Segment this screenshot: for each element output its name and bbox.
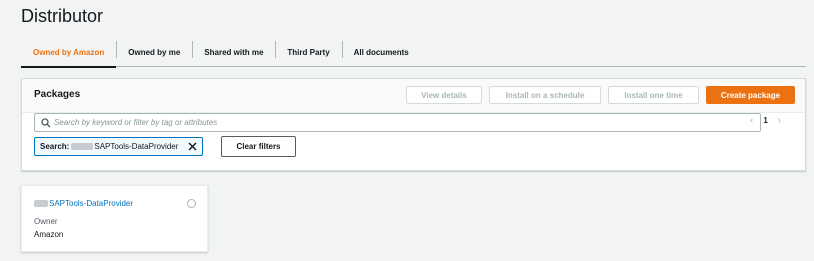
view-details-button[interactable]: View details bbox=[406, 86, 482, 104]
close-icon[interactable] bbox=[187, 141, 198, 152]
packages-title: Packages bbox=[34, 89, 81, 100]
owner-value: Amazon bbox=[34, 230, 64, 239]
page-title: Distributor bbox=[21, 6, 104, 26]
tab-owned-by-me[interactable]: Owned by me bbox=[116, 37, 192, 67]
clear-filters-button[interactable]: Clear filters bbox=[221, 136, 296, 157]
tab-third-party[interactable]: Third Party bbox=[275, 37, 341, 67]
current-page[interactable]: 1 bbox=[763, 116, 767, 125]
install-one-time-button[interactable]: Install one time bbox=[608, 86, 699, 104]
redacted-text bbox=[34, 200, 48, 207]
search-field[interactable] bbox=[34, 113, 761, 132]
tab-owned-by-amazon[interactable]: Owned by Amazon bbox=[21, 37, 117, 68]
create-package-button[interactable]: Create package bbox=[706, 86, 795, 104]
search-icon bbox=[38, 114, 54, 131]
filter-token-label: Search: bbox=[40, 142, 70, 151]
package-name-link[interactable]: SAPTools-DataProvider bbox=[34, 199, 133, 208]
install-on-schedule-button[interactable]: Install on a schedule bbox=[489, 86, 601, 104]
package-select-radio[interactable] bbox=[187, 199, 196, 208]
tab-shared-with-me[interactable]: Shared with me bbox=[192, 37, 275, 67]
pagination: ‹ 1 › bbox=[750, 115, 781, 126]
tab-bar: Owned by Amazon Owned by me Shared with … bbox=[21, 37, 806, 68]
filter-token-value: SAPTools-DataProvider bbox=[94, 142, 179, 151]
redacted-text bbox=[71, 143, 94, 150]
chevron-left-icon[interactable]: ‹ bbox=[750, 115, 753, 126]
packages-panel: Packages View details Install on a sched… bbox=[21, 78, 806, 171]
chevron-right-icon[interactable]: › bbox=[778, 115, 781, 126]
packages-panel-header: Packages View details Install on a sched… bbox=[22, 79, 805, 113]
package-name[interactable]: SAPTools-DataProvider bbox=[49, 199, 133, 208]
owner-label: Owner bbox=[34, 217, 58, 226]
search-input[interactable] bbox=[54, 118, 734, 127]
tab-all-documents[interactable]: All documents bbox=[341, 37, 421, 67]
package-card[interactable]: SAPTools-DataProvider Owner Amazon bbox=[21, 185, 208, 252]
filter-token: Search: SAPTools-DataProvider bbox=[34, 137, 203, 156]
